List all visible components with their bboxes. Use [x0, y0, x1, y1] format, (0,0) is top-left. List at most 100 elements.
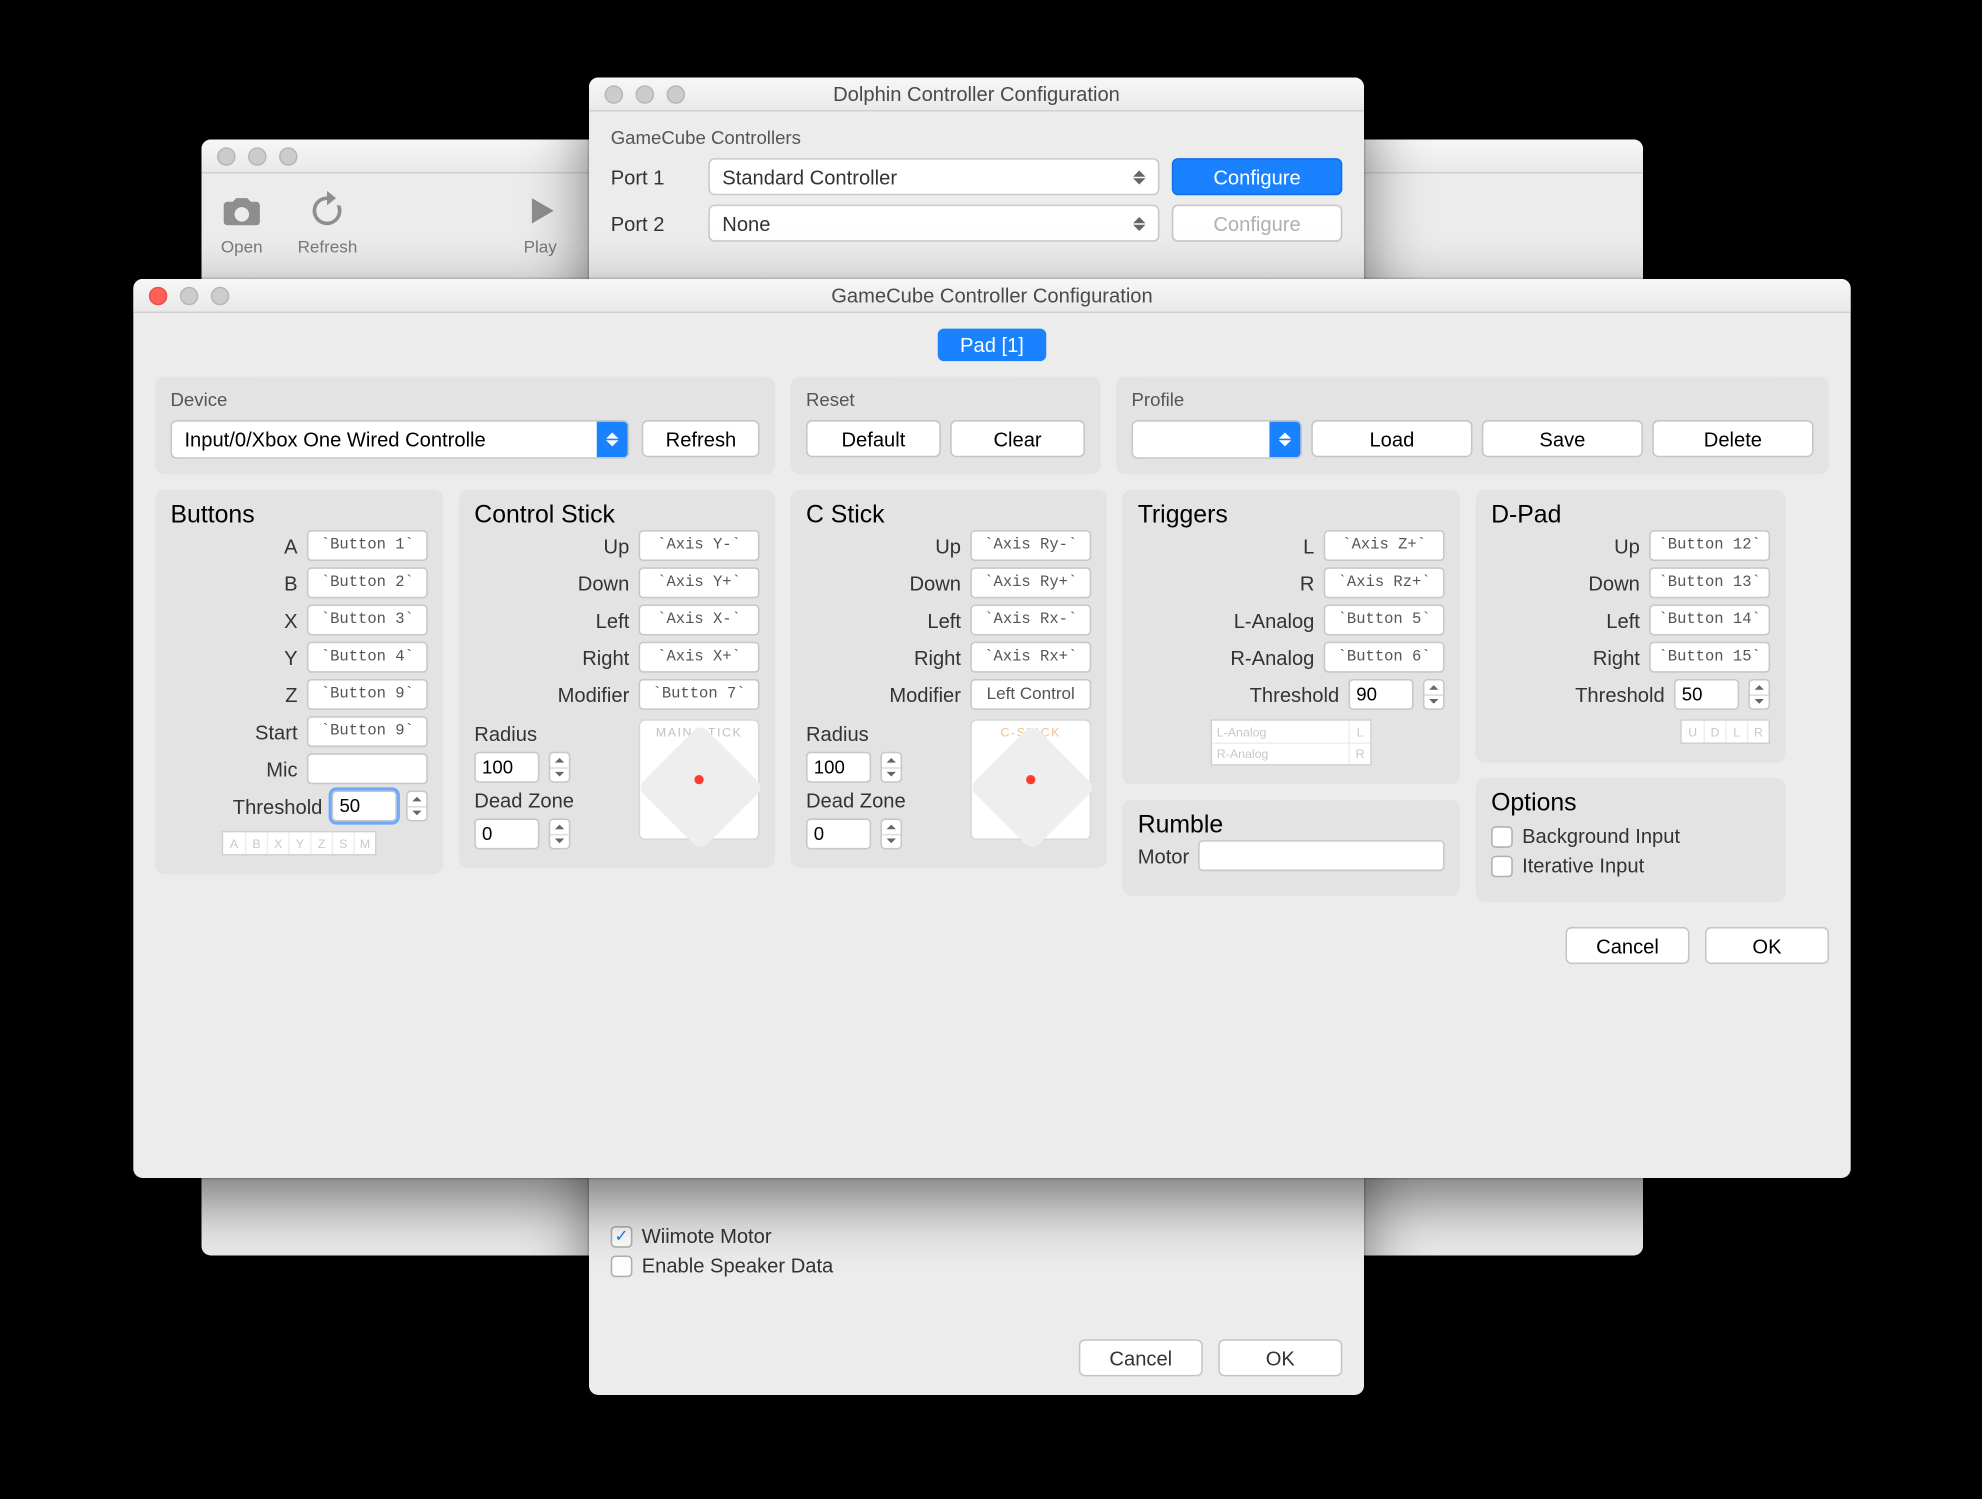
gamecube-config-window: GameCube Controller Configuration Pad [1… — [133, 279, 1850, 1178]
profile-label: Profile — [1132, 389, 1814, 411]
cst-left-button[interactable]: `Axis Rx-` — [970, 605, 1091, 636]
stepper[interactable] — [549, 818, 571, 849]
profile-save-button[interactable]: Save — [1482, 420, 1643, 457]
close-icon[interactable] — [217, 146, 236, 165]
speaker-data-checkbox[interactable]: Enable Speaker Data — [611, 1254, 1343, 1277]
dpad-right-button[interactable]: `Button 15` — [1649, 642, 1770, 673]
cs-deadzone-input[interactable] — [474, 818, 539, 849]
stepper[interactable] — [1748, 679, 1770, 710]
map-a-button[interactable]: `Button 1` — [307, 530, 428, 561]
stepper[interactable] — [1423, 679, 1445, 710]
section-title: GameCube Controllers — [611, 127, 1343, 149]
map-y-button[interactable]: `Button 4` — [307, 642, 428, 673]
port1-configure-button[interactable]: Configure — [1172, 158, 1343, 195]
dpad-title: D-Pad — [1491, 502, 1770, 530]
trig-r-button[interactable]: `Axis Rz+` — [1324, 567, 1445, 598]
cs-left-button[interactable]: `Axis X-` — [639, 605, 760, 636]
pad-tab[interactable]: Pad [1] — [938, 329, 1045, 362]
rumble-motor-button[interactable] — [1199, 840, 1445, 871]
stepper[interactable] — [880, 752, 902, 783]
triggers-preview: L-AnalogL R-AnalogR — [1211, 719, 1372, 766]
cancel-button[interactable]: Cancel — [1566, 927, 1690, 964]
c-stick-title: C Stick — [806, 502, 1091, 530]
triggers-threshold-input[interactable] — [1349, 679, 1414, 710]
ok-button[interactable]: OK — [1705, 927, 1829, 964]
map-start-button[interactable]: `Button 9` — [307, 716, 428, 747]
refresh-button[interactable]: Refresh — [298, 189, 358, 257]
reset-default-button[interactable]: Default — [806, 420, 941, 457]
c-stick-preview: C-STICK — [970, 719, 1091, 840]
buttons-title: Buttons — [171, 502, 428, 530]
profile-select[interactable] — [1132, 420, 1303, 459]
profile-load-button[interactable]: Load — [1311, 420, 1472, 457]
buttons-threshold-input[interactable] — [332, 791, 397, 822]
chevron-updown-icon — [1127, 163, 1152, 191]
camera-icon — [220, 189, 263, 232]
open-button[interactable]: Open — [220, 189, 263, 257]
cs-radius-input[interactable] — [474, 752, 539, 783]
refresh-icon — [306, 189, 349, 232]
stepper[interactable] — [549, 752, 571, 783]
checkbox-icon — [1491, 825, 1513, 847]
dpad-preview: UDLR — [1680, 719, 1770, 744]
minimize-icon[interactable] — [248, 146, 267, 165]
port2-label: Port 2 — [611, 212, 696, 235]
triggers-title: Triggers — [1138, 502, 1445, 530]
window-title: Dolphin Controller Configuration — [589, 82, 1364, 105]
play-icon — [519, 189, 562, 232]
profile-delete-button[interactable]: Delete — [1652, 420, 1813, 457]
cs-down-button[interactable]: `Axis Y+` — [639, 567, 760, 598]
checkbox-icon — [611, 1255, 633, 1277]
port2-configure-button: Configure — [1172, 205, 1343, 242]
reset-clear-button[interactable]: Clear — [950, 420, 1085, 457]
cs-modifier-button[interactable]: `Button 7` — [639, 679, 760, 710]
titlebar: GameCube Controller Configuration — [133, 279, 1850, 313]
map-z-button[interactable]: `Button 9` — [307, 679, 428, 710]
cst-modifier-button[interactable]: Left Control — [970, 679, 1091, 710]
rumble-title: Rumble — [1138, 812, 1445, 840]
reset-label: Reset — [806, 389, 1085, 411]
checkbox-icon — [1491, 855, 1513, 877]
device-label: Device — [171, 389, 760, 411]
map-b-button[interactable]: `Button 2` — [307, 567, 428, 598]
iterative-input-checkbox[interactable]: Iterative Input — [1491, 854, 1770, 877]
play-button[interactable]: Play — [519, 189, 562, 257]
dpad-left-button[interactable]: `Button 14` — [1649, 605, 1770, 636]
background-input-checkbox[interactable]: Background Input — [1491, 825, 1770, 848]
cst-right-button[interactable]: `Axis Rx+` — [970, 642, 1091, 673]
device-select[interactable]: Input/0/Xbox One Wired Controlle — [171, 420, 631, 459]
options-title: Options — [1491, 791, 1770, 819]
device-refresh-button[interactable]: Refresh — [642, 420, 759, 457]
cs-up-button[interactable]: `Axis Y-` — [639, 530, 760, 561]
stepper[interactable] — [406, 791, 428, 822]
dpad-up-button[interactable]: `Button 12` — [1649, 530, 1770, 561]
chevron-updown-icon — [1269, 422, 1300, 458]
port2-select[interactable]: None — [708, 205, 1159, 242]
cst-down-button[interactable]: `Axis Ry+` — [970, 567, 1091, 598]
titlebar: Dolphin Controller Configuration — [589, 78, 1364, 112]
cancel-button[interactable]: Cancel — [1079, 1339, 1203, 1376]
cs-right-button[interactable]: `Axis X+` — [639, 642, 760, 673]
chevron-updown-icon — [1127, 209, 1152, 237]
map-x-button[interactable]: `Button 3` — [307, 605, 428, 636]
chevron-updown-icon — [597, 422, 628, 458]
cst-up-button[interactable]: `Axis Ry-` — [970, 530, 1091, 561]
stepper[interactable] — [880, 818, 902, 849]
trig-l-button[interactable]: `Axis Z+` — [1324, 530, 1445, 561]
trig-lanalog-button[interactable]: `Button 5` — [1324, 605, 1445, 636]
dpad-down-button[interactable]: `Button 13` — [1649, 567, 1770, 598]
zoom-icon[interactable] — [279, 146, 298, 165]
map-mic-button[interactable] — [307, 753, 428, 784]
checkbox-icon: ✓ — [611, 1225, 633, 1247]
main-stick-preview: MAIN STICK — [639, 719, 760, 840]
window-title: GameCube Controller Configuration — [133, 284, 1850, 307]
wiimote-motor-checkbox[interactable]: ✓ Wiimote Motor — [611, 1225, 1343, 1248]
dpad-threshold-input[interactable] — [1674, 679, 1739, 710]
port1-select[interactable]: Standard Controller — [708, 158, 1159, 195]
cst-deadzone-input[interactable] — [806, 818, 871, 849]
cst-radius-input[interactable] — [806, 752, 871, 783]
buttons-preview: ABXYZSM — [222, 831, 377, 856]
port1-label: Port 1 — [611, 165, 696, 188]
trig-ranalog-button[interactable]: `Button 6` — [1324, 642, 1445, 673]
ok-button[interactable]: OK — [1218, 1339, 1342, 1376]
